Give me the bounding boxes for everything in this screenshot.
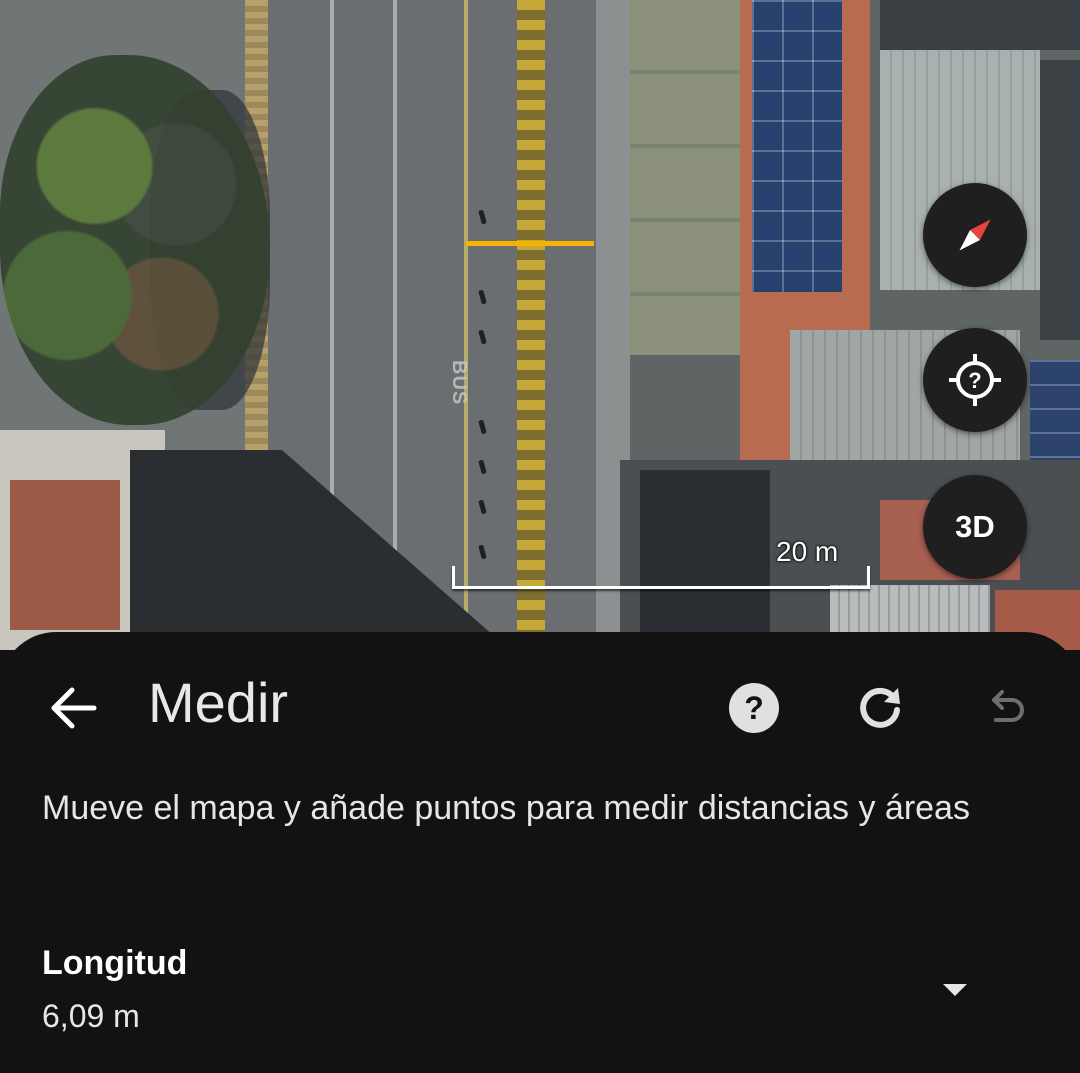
help-circle-icon: ? — [729, 683, 779, 733]
location-help-icon: ? — [949, 354, 1001, 406]
satellite-map[interactable]: BUS 20 m ? 3D — [0, 0, 1080, 650]
svg-text:?: ? — [744, 690, 764, 726]
map-lane-line — [464, 0, 468, 650]
map-roof — [640, 470, 770, 640]
redo-icon — [860, 687, 900, 728]
undo-icon — [992, 690, 1024, 722]
help-button[interactable]: ? — [728, 682, 780, 734]
map-roof — [10, 480, 120, 630]
map-solar-panels — [752, 0, 842, 292]
road-marking-text: BUS — [448, 360, 470, 406]
redo-button[interactable] — [854, 682, 906, 734]
length-label: Longitud — [42, 944, 188, 982]
back-button[interactable] — [48, 686, 100, 730]
length-dropdown-button[interactable] — [940, 980, 970, 1000]
map-solar-panels — [1030, 360, 1080, 460]
svg-text:?: ? — [968, 368, 981, 393]
3d-toggle-button[interactable]: 3D — [923, 475, 1027, 579]
map-median — [517, 0, 545, 650]
scale-label: 20 m — [776, 536, 839, 567]
undo-button[interactable] — [982, 684, 1030, 732]
arrow-left-icon — [51, 687, 97, 729]
measure-line — [466, 241, 594, 246]
scale-bar — [452, 566, 870, 589]
page-title: Medir — [148, 671, 289, 734]
instructions-text: Mueve el mapa y añade puntos para medir … — [42, 789, 970, 827]
compass-button[interactable] — [923, 183, 1027, 287]
map-building — [1040, 60, 1080, 340]
locate-button[interactable]: ? — [923, 328, 1027, 432]
length-value: 6,09 m — [42, 998, 140, 1034]
compass-icon — [959, 219, 991, 251]
map-building — [630, 0, 740, 355]
caret-down-icon — [943, 984, 967, 996]
map-building — [880, 0, 1080, 50]
